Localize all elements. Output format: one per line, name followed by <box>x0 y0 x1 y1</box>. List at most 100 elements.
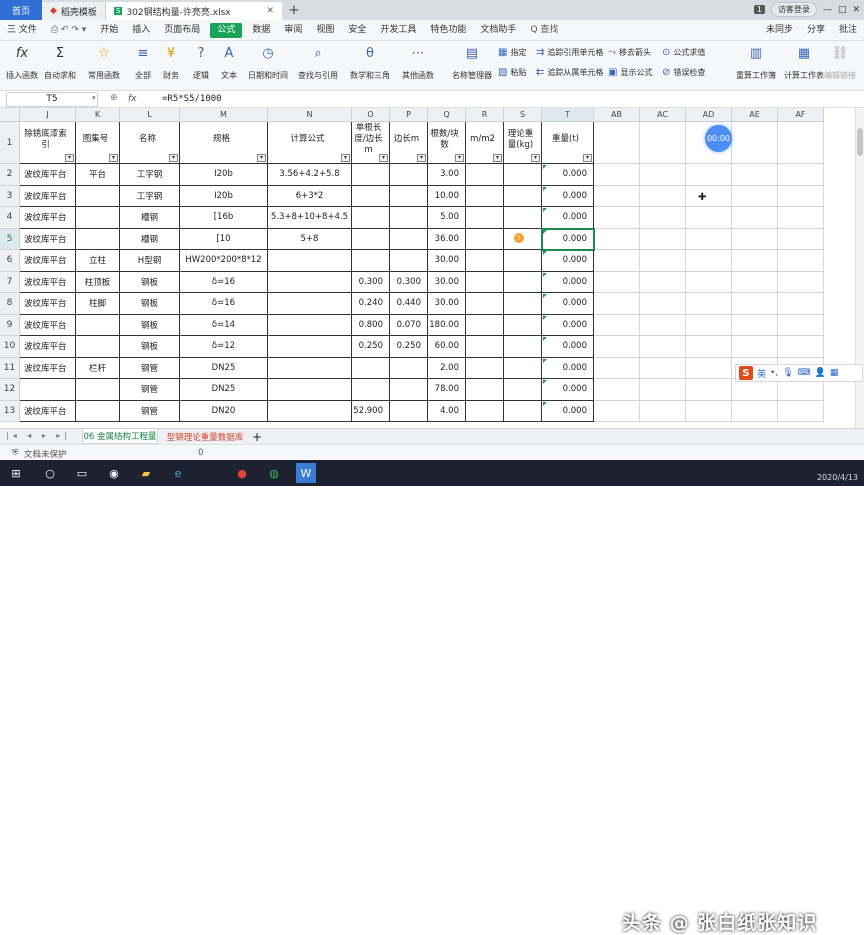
cell-af10[interactable] <box>778 336 824 358</box>
cell-m6[interactable]: HW200*200*8*12 <box>180 250 268 272</box>
cell-m9[interactable]: δ=14 <box>180 314 268 336</box>
cell-o4[interactable] <box>352 207 390 229</box>
calc-sheet-button[interactable]: ▦ 计算工作表 <box>784 44 824 81</box>
menu-share[interactable]: 分享 <box>800 20 832 41</box>
name-manager-button[interactable]: ▤ 名称管理器 <box>452 44 492 81</box>
cell-k4[interactable] <box>76 207 120 229</box>
cell-s13[interactable] <box>504 400 542 422</box>
cell-s11[interactable] <box>504 357 542 379</box>
cell-r5[interactable] <box>466 228 504 250</box>
cell-t12[interactable]: 0.000 <box>542 379 594 401</box>
cell-o3[interactable] <box>352 185 390 207</box>
ime-mic-icon[interactable]: 🎙 <box>782 368 793 378</box>
cell-ab5[interactable] <box>594 228 640 250</box>
sheet-nav-arrows[interactable]: |◂ ◂ ▸ ▸| <box>6 431 71 440</box>
table-header-m[interactable]: 规格 ▾ <box>180 122 268 164</box>
cell-ac13[interactable] <box>640 400 686 422</box>
cell-m3[interactable]: I20b <box>180 185 268 207</box>
cell-q5[interactable]: 36.00 <box>428 228 466 250</box>
cell-l11[interactable]: 钢管 <box>120 357 180 379</box>
filter-dropdown-icon[interactable]: ▾ <box>109 154 118 162</box>
cell-s8[interactable] <box>504 293 542 315</box>
cell-s2[interactable] <box>504 164 542 186</box>
table-header-r[interactable]: m/m2 ▾ <box>466 122 504 164</box>
cell-m11[interactable]: DN25 <box>180 357 268 379</box>
cell-n12[interactable] <box>268 379 352 401</box>
autosum-button[interactable]: Σ 自动求和 <box>44 44 76 81</box>
cell-ab4[interactable] <box>594 207 640 229</box>
cell-k11[interactable]: 栏杆 <box>76 357 120 379</box>
cell-o12[interactable] <box>352 379 390 401</box>
cell-n5[interactable]: 5+8 <box>268 228 352 250</box>
cell-af3[interactable] <box>778 185 824 207</box>
menu-page-layout[interactable]: 页面布局 <box>157 20 207 41</box>
cell-p12[interactable] <box>390 379 428 401</box>
cell-ae5[interactable] <box>732 228 778 250</box>
minimize-icon[interactable]: — <box>823 5 832 15</box>
cell-ab9[interactable] <box>594 314 640 336</box>
cell-s7[interactable] <box>504 271 542 293</box>
cell-k3[interactable] <box>76 185 120 207</box>
cell-n6[interactable] <box>268 250 352 272</box>
cell-r10[interactable] <box>466 336 504 358</box>
cell-o2[interactable] <box>352 164 390 186</box>
cell-s12[interactable] <box>504 379 542 401</box>
cell-k10[interactable] <box>76 336 120 358</box>
row-header-10[interactable]: 10 <box>0 336 20 358</box>
cell-s4[interactable] <box>504 207 542 229</box>
cell-m13[interactable]: DN20 <box>180 400 268 422</box>
table-header-j[interactable]: 除锈底漆索引 ▾ <box>20 122 76 164</box>
cell-l2[interactable]: 工字钢 <box>120 164 180 186</box>
cell-o10[interactable]: 0.250 <box>352 336 390 358</box>
cell-ab11[interactable] <box>594 357 640 379</box>
cell-ae2[interactable] <box>732 164 778 186</box>
insert-function-button[interactable]: fx 插入函数 <box>6 44 38 81</box>
cell-j3[interactable]: 波纹库平台 <box>20 185 76 207</box>
row-header-4[interactable]: 4 <box>0 207 20 229</box>
all-function-button[interactable]: ≡ 全部 <box>134 44 152 81</box>
table-header-o[interactable]: 单根长度/边长m ▾ <box>352 122 390 164</box>
cell-l9[interactable]: 钢板 <box>120 314 180 336</box>
cell-p5[interactable] <box>390 228 428 250</box>
scrollbar-thumb[interactable] <box>857 128 863 156</box>
menu-data[interactable]: 数据 <box>245 20 277 41</box>
menu-formula[interactable]: 公式 <box>210 22 243 38</box>
cell-ac6[interactable] <box>640 250 686 272</box>
cell-n11[interactable] <box>268 357 352 379</box>
cell-p13[interactable] <box>390 400 428 422</box>
name-box[interactable]: T5 <box>6 92 98 107</box>
cell-m2[interactable]: I20b <box>180 164 268 186</box>
cell-af2[interactable] <box>778 164 824 186</box>
ime-keyboard-icon[interactable]: ⌨ <box>798 368 811 378</box>
lookup-button[interactable]: ⌕ 查找与引用 <box>298 44 338 81</box>
row-header-9[interactable]: 9 <box>0 314 20 336</box>
cell-t5[interactable]: 0.000 <box>542 228 594 250</box>
cell-ae1[interactable] <box>732 122 778 164</box>
fx-formula-icon[interactable]: fx <box>128 94 137 104</box>
filter-dropdown-icon[interactable]: ▾ <box>455 154 464 162</box>
cell-ad12[interactable] <box>686 379 732 401</box>
cell-p3[interactable] <box>390 185 428 207</box>
cell-af1[interactable] <box>778 122 824 164</box>
table-header-l[interactable]: 名称 ▾ <box>120 122 180 164</box>
cell-t2[interactable]: 0.000 <box>542 164 594 186</box>
cell-ad4[interactable] <box>686 207 732 229</box>
column-header-q[interactable]: Q <box>428 108 466 122</box>
column-header-t[interactable]: T <box>542 108 594 122</box>
cell-ad7[interactable] <box>686 271 732 293</box>
menu-undo-icons[interactable]: ⎙ ↶ ↷ ▾ <box>44 20 93 41</box>
cell-o6[interactable] <box>352 250 390 272</box>
cell-ab3[interactable] <box>594 185 640 207</box>
cell-ac3[interactable] <box>640 185 686 207</box>
cell-q9[interactable]: 180.00 <box>428 314 466 336</box>
menu-start[interactable]: 开始 <box>93 20 125 41</box>
cell-ac9[interactable] <box>640 314 686 336</box>
row-header-12[interactable]: 12 <box>0 379 20 401</box>
cell-r4[interactable] <box>466 207 504 229</box>
record-icon[interactable]: ● <box>232 463 252 483</box>
error-check-button[interactable]: ⊘ 错误检查 <box>662 67 705 78</box>
cell-t4[interactable]: 0.000 <box>542 207 594 229</box>
cell-q2[interactable]: 3.00 <box>428 164 466 186</box>
common-function-button[interactable]: ☆ 常用函数 <box>88 44 120 81</box>
cell-k6[interactable]: 立柱 <box>76 250 120 272</box>
